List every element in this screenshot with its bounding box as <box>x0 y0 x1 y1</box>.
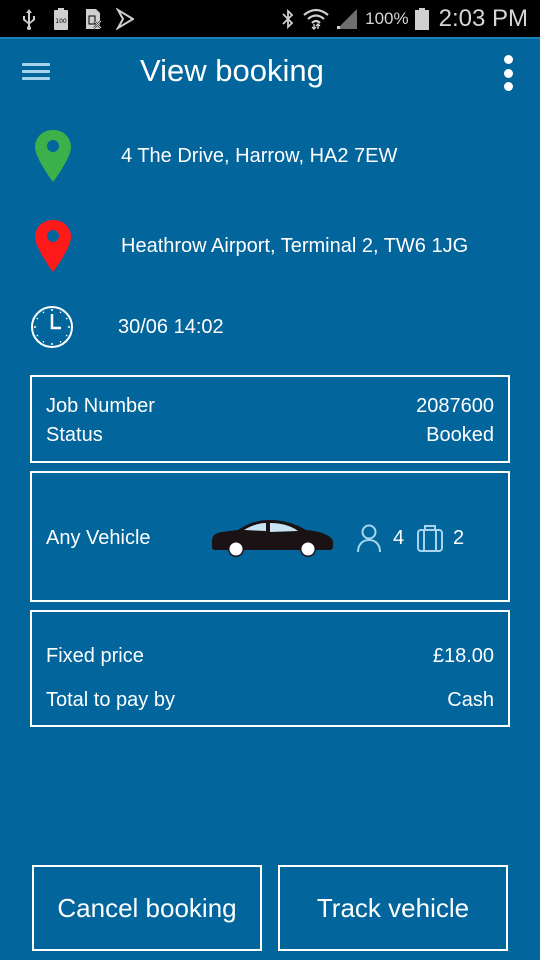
vehicle-type: Any Vehicle <box>46 527 151 549</box>
battery-100-icon: 100 <box>54 8 68 30</box>
app-bar: View booking <box>0 39 540 111</box>
sim-card-missing-icon <box>86 9 102 29</box>
play-store-icon <box>116 8 134 30</box>
job-number-value: 2087600 <box>416 395 494 417</box>
dropoff-row: Heathrow Airport, Terminal 2, TW6 1JG <box>0 218 540 274</box>
pay-by-label: Total to pay by <box>46 689 175 711</box>
pin-red-icon <box>35 220 71 272</box>
page-title: View booking <box>140 53 324 88</box>
job-details-card: Job Number 2087600 Status Booked <box>30 375 510 463</box>
hamburger-menu-icon[interactable] <box>22 59 58 91</box>
status-row: Status Booked <box>46 424 494 447</box>
dropoff-address: Heathrow Airport, Terminal 2, TW6 1JG <box>121 234 469 257</box>
pickup-address: 4 The Drive, Harrow, HA2 7EW <box>121 144 398 167</box>
pickup-row: 4 The Drive, Harrow, HA2 7EW <box>0 128 540 184</box>
fixed-price-value: £18.00 <box>432 645 494 667</box>
pickup-time: 30/06 14:02 <box>118 315 224 338</box>
pickup-time-row: 30/06 14:02 <box>0 302 540 352</box>
clock-icon <box>31 306 73 348</box>
job-number-label: Job Number <box>46 395 155 417</box>
status-label: Status <box>46 424 103 446</box>
pin-green-icon <box>35 130 71 182</box>
price-card: Fixed price £18.00 Total to pay by Cash <box>30 610 510 727</box>
pay-by-value: Cash <box>447 689 494 711</box>
wifi-icon <box>303 8 329 30</box>
passenger-icon <box>357 524 381 553</box>
vehicle-card: Any Vehicle 4 2 <box>30 471 510 602</box>
luggage-count: 2 <box>453 527 465 549</box>
pay-by-row: Total to pay by Cash <box>46 689 494 712</box>
battery-icon <box>414 8 429 30</box>
bluetooth-icon <box>282 8 294 30</box>
status-bar: 100 100% 2:03 PM <box>0 0 540 38</box>
luggage-icon <box>417 525 443 552</box>
fixed-price-label: Fixed price <box>46 645 144 667</box>
battery-percent: 100% <box>365 9 409 28</box>
track-vehicle-button[interactable]: Track vehicle <box>278 865 508 951</box>
cancel-booking-button[interactable]: Cancel booking <box>32 865 262 951</box>
job-number-row: Job Number 2087600 <box>46 395 494 418</box>
fixed-price-row: Fixed price £18.00 <box>46 645 494 668</box>
svg-text:100: 100 <box>55 18 67 25</box>
more-vert-icon[interactable] <box>496 53 520 93</box>
status-value: Booked <box>426 424 494 446</box>
usb-icon <box>23 9 35 30</box>
passenger-count: 4 <box>393 527 405 549</box>
car-icon <box>212 520 333 557</box>
signal-icon <box>337 9 358 29</box>
clock-time: 2:03 PM <box>438 5 528 32</box>
